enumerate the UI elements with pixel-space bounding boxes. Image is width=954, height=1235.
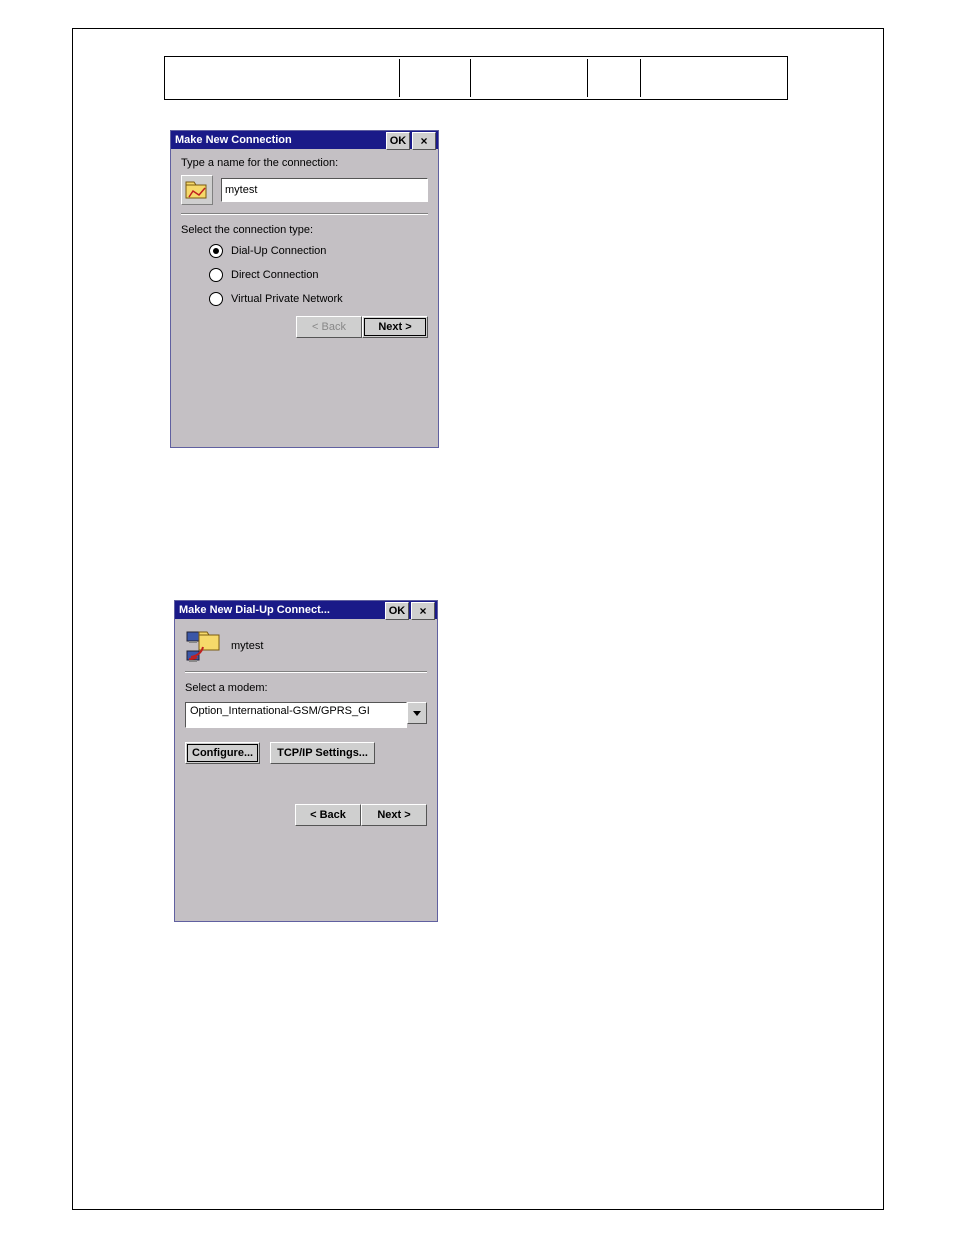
modem-select[interactable]: Option_International-GSM/GPRS_GI bbox=[185, 702, 427, 728]
title-bar[interactable]: Make New Connection OK × bbox=[171, 131, 438, 149]
make-new-dialup-dialog: Make New Dial-Up Connect... OK × bbox=[174, 600, 438, 922]
header-cell bbox=[470, 59, 585, 97]
config-buttons: Configure... TCP/IP Settings... bbox=[185, 742, 427, 764]
name-row: mytest bbox=[185, 629, 427, 663]
dialog-title: Make New Dial-Up Connect... bbox=[179, 604, 385, 616]
header-cell bbox=[640, 59, 785, 97]
back-button[interactable]: < Back bbox=[295, 804, 361, 826]
document-page: Make New Connection OK × Type a name for… bbox=[0, 0, 954, 1235]
tcpip-settings-button[interactable]: TCP/IP Settings... bbox=[270, 742, 375, 764]
ok-label: OK bbox=[389, 605, 406, 617]
header-table bbox=[164, 56, 788, 100]
radio-label: Virtual Private Network bbox=[231, 293, 343, 305]
separator bbox=[185, 671, 427, 672]
connection-name-label: mytest bbox=[231, 640, 263, 652]
select-type-label: Select the connection type: bbox=[181, 224, 428, 236]
nav-buttons: < Back Next > bbox=[185, 804, 427, 826]
ok-button[interactable]: OK bbox=[385, 602, 409, 620]
next-button[interactable]: Next > bbox=[362, 316, 428, 338]
back-button: < Back bbox=[296, 316, 362, 338]
radio-icon bbox=[209, 292, 223, 306]
name-row bbox=[181, 175, 428, 205]
dialog-body: Type a name for the connection: Select t… bbox=[171, 149, 438, 338]
radio-direct[interactable]: Direct Connection bbox=[209, 268, 428, 282]
radio-dialup[interactable]: Dial-Up Connection bbox=[209, 244, 428, 258]
chevron-down-icon[interactable] bbox=[407, 702, 427, 724]
name-label: Type a name for the connection: bbox=[181, 157, 428, 169]
radio-vpn[interactable]: Virtual Private Network bbox=[209, 292, 428, 306]
modem-icon bbox=[185, 629, 223, 663]
radio-icon bbox=[209, 268, 223, 282]
modem-select-value: Option_International-GSM/GPRS_GI bbox=[185, 702, 407, 728]
configure-button[interactable]: Configure... bbox=[185, 742, 260, 764]
titlebar-buttons: OK × bbox=[385, 601, 437, 619]
dialog-body: mytest Select a modem: Option_Internatio… bbox=[175, 619, 437, 826]
close-icon: × bbox=[420, 134, 427, 148]
header-cell bbox=[587, 59, 638, 97]
dialog-title: Make New Connection bbox=[175, 134, 386, 146]
radio-label: Dial-Up Connection bbox=[231, 245, 326, 257]
close-icon: × bbox=[419, 604, 426, 618]
ok-label: OK bbox=[390, 135, 407, 147]
nav-buttons: < Back Next > bbox=[181, 316, 428, 338]
close-button[interactable]: × bbox=[411, 602, 435, 620]
titlebar-buttons: OK × bbox=[386, 131, 438, 149]
header-cell bbox=[399, 59, 468, 97]
separator bbox=[181, 213, 428, 214]
select-modem-label: Select a modem: bbox=[185, 682, 427, 694]
make-new-connection-dialog: Make New Connection OK × Type a name for… bbox=[170, 130, 439, 448]
radio-label: Direct Connection bbox=[231, 269, 318, 281]
radio-icon bbox=[209, 244, 223, 258]
ok-button[interactable]: OK bbox=[386, 132, 410, 150]
next-button[interactable]: Next > bbox=[361, 804, 427, 826]
title-bar[interactable]: Make New Dial-Up Connect... OK × bbox=[175, 601, 437, 619]
connection-folder-icon bbox=[181, 175, 213, 205]
connection-name-input[interactable] bbox=[221, 178, 428, 202]
close-button[interactable]: × bbox=[412, 132, 436, 150]
header-cell bbox=[167, 59, 397, 97]
